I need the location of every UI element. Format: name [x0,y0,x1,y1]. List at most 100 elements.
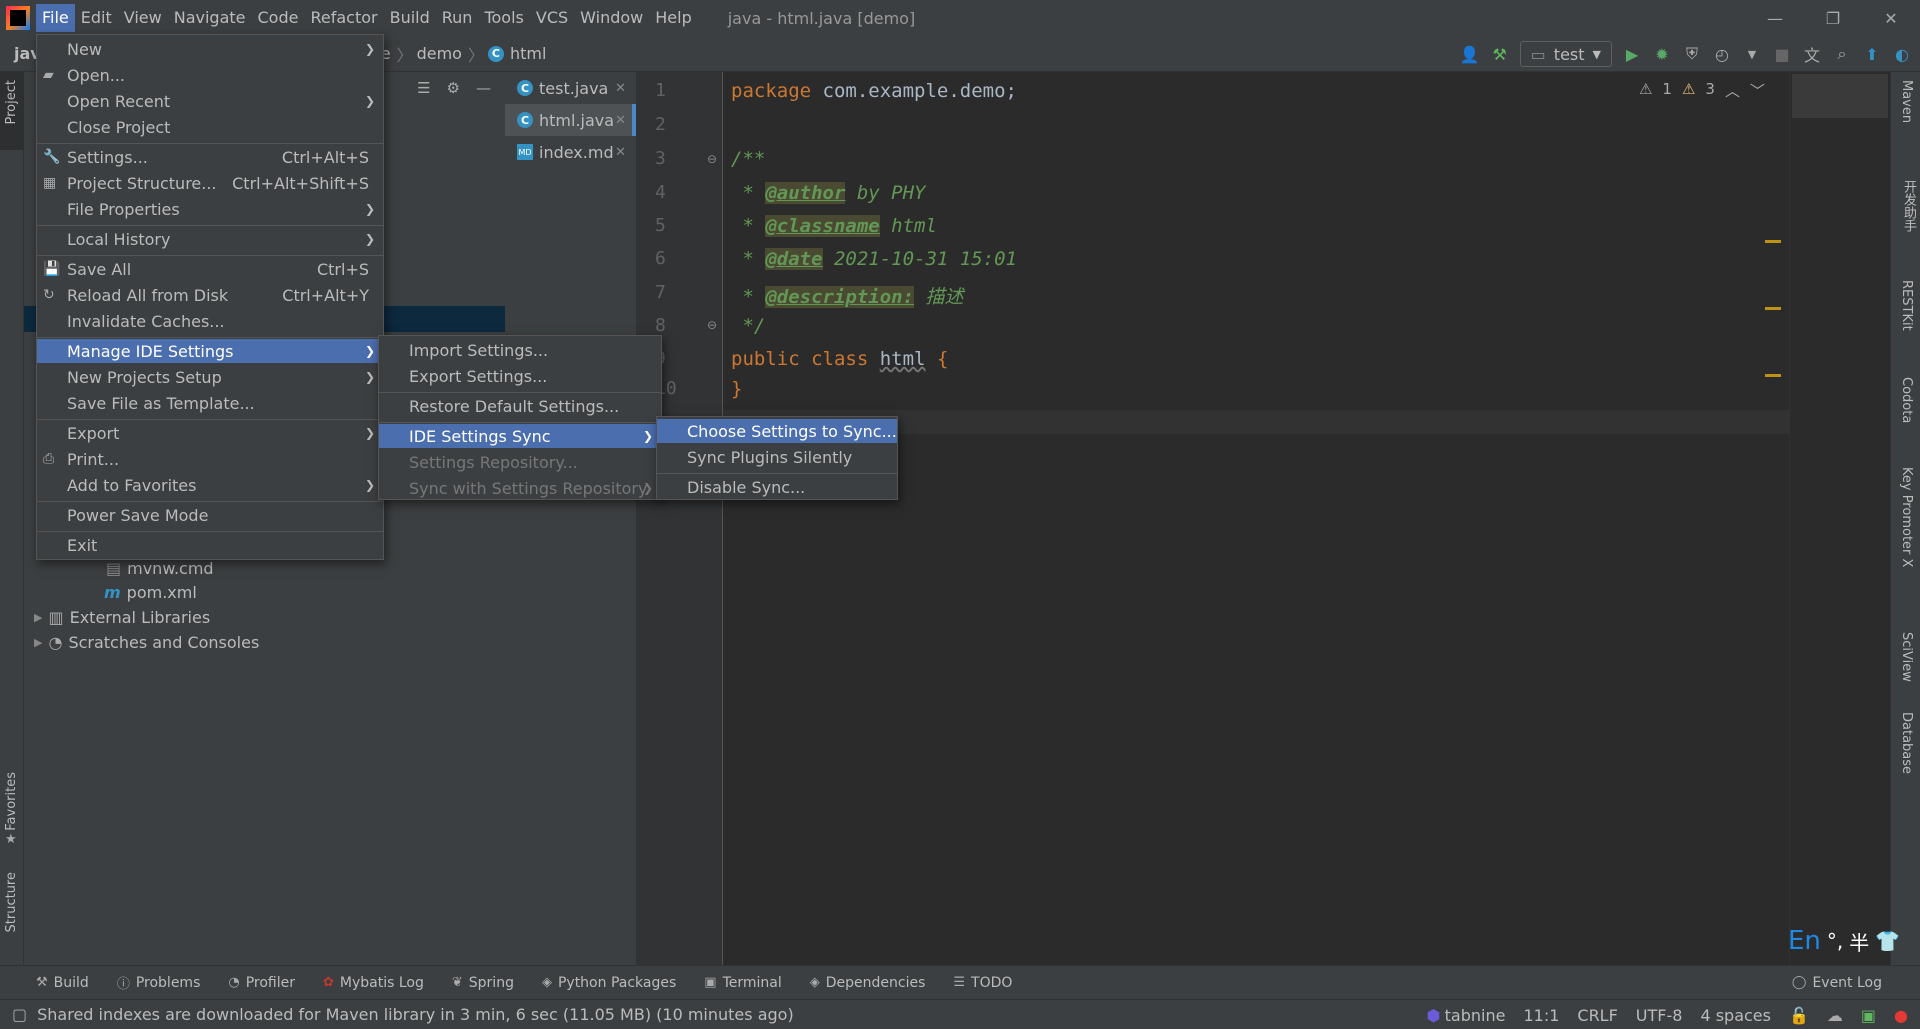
hide-panel-icon[interactable]: — [476,79,491,97]
structure-tool-button[interactable]: Structure [4,872,19,932]
caret-position[interactable]: 11:1 [1523,1006,1559,1025]
code-editor[interactable]: 1 2 3 4 5 6 7 8 9 10 ⊖ ⊖ package com.exa… [637,72,1789,965]
breadcrumb-demo[interactable]: demo [417,44,462,63]
spring-tool-button[interactable]: ❦ Spring [452,975,514,991]
menu-item-open-recent[interactable]: Open Recent ❯ [37,89,383,113]
menu-item-invalidate-caches[interactable]: Invalidate Caches... [37,309,383,333]
menu-item-settings-repository[interactable]: Settings Repository... [379,450,661,474]
tabnine-widget[interactable]: ⬢ tabnine [1427,1006,1506,1025]
inspection-widget[interactable]: ⚠ 1 ⚠ 3 ︿ ﹀ [1639,80,1765,101]
indent-setting[interactable]: 4 spaces [1700,1006,1771,1025]
menu-item-manage-ide-settings[interactable]: Manage IDE Settings ❯ [37,339,383,363]
warning-stripe[interactable] [1765,307,1781,310]
ime-indicator[interactable]: En °, 半 👕 [1788,926,1900,956]
tab-test-java[interactable]: C test.java ✕ [505,72,636,104]
project-tool-button[interactable]: Project [4,80,19,124]
restkit-tool-button[interactable]: RESTKit [1899,280,1914,331]
minimap-viewport[interactable] [1792,74,1888,118]
tabnine-status-icon[interactable]: ▣ [1861,1006,1876,1025]
menu-item-sync-settings-repository[interactable]: Sync with Settings Repository ❯ [379,476,661,500]
tab-html-java[interactable]: C html.java ✕ [505,104,636,136]
update-icon[interactable]: ⬆ [1862,44,1882,64]
menu-run[interactable]: Run [436,4,479,32]
previous-highlight-icon[interactable]: ︿ [1725,80,1740,101]
intellij-logo-icon[interactable] [6,6,30,30]
breadcrumb-html[interactable]: html [510,44,546,63]
menu-edit[interactable]: Edit [75,4,118,32]
more-run-chevron-icon[interactable]: ▼ [1742,44,1762,64]
fold-icon[interactable]: ⊖ [707,152,717,166]
lock-icon[interactable]: 🔓 [1789,1006,1809,1025]
settings-gear-icon[interactable]: ⚙ [447,79,460,97]
menu-item-file-properties[interactable]: File Properties ❯ [37,197,383,221]
menu-navigate[interactable]: Navigate [168,4,252,32]
event-log-tool-button[interactable]: ◯ Event Log [1792,975,1882,991]
close-window-button[interactable]: ✕ [1862,0,1920,36]
tab-index-md[interactable]: MD index.md ✕ [505,136,636,168]
menu-item-local-history[interactable]: Local History ❯ [37,227,383,251]
menu-item-project-structure[interactable]: ▦ Project Structure... Ctrl+Alt+Shift+S [37,171,383,195]
restore-button[interactable]: ❐ [1804,0,1862,36]
menu-tools[interactable]: Tools [478,4,529,32]
menu-item-choose-settings-to-sync[interactable]: Choose Settings to Sync... [657,419,897,443]
favorites-tool-button[interactable]: Favorites [4,772,19,831]
run-icon[interactable]: ▶ [1622,44,1642,64]
database-tool-button[interactable]: Database [1899,712,1914,774]
error-icon[interactable]: ● [1894,1006,1908,1025]
menu-item-ide-settings-sync[interactable]: IDE Settings Sync ❯ [379,424,661,448]
menu-item-power-save-mode[interactable]: Power Save Mode [37,503,383,527]
menu-item-print[interactable]: ⎙ Print... [37,447,383,471]
coverage-icon[interactable]: ⛨ [1682,44,1702,64]
menu-item-open[interactable]: ▰ Open... [37,63,383,87]
menu-item-reload[interactable]: ↻ Reload All from Disk Ctrl+Alt+Y [37,283,383,307]
dependencies-tool-button[interactable]: ◈ Dependencies [810,975,926,991]
menu-vcs[interactable]: VCS [530,4,574,32]
user-icon[interactable]: 👤 [1460,44,1480,64]
line-separator[interactable]: CRLF [1577,1006,1617,1025]
tree-item-external-libraries[interactable]: ▶ ▥ External Libraries [34,605,210,630]
menu-item-new[interactable]: New ❯ [37,37,383,61]
fold-icon[interactable]: ⊖ [707,318,717,332]
mybatis-log-tool-button[interactable]: ✿ Mybatis Log [323,975,424,991]
tree-item-scratches[interactable]: ▶ ◔ Scratches and Consoles [34,630,259,655]
sciview-tool-button[interactable]: SciView [1899,632,1914,682]
codota-tool-button[interactable]: Codota [1899,377,1914,423]
menu-code[interactable]: Code [252,4,305,32]
close-tab-icon[interactable]: ✕ [615,81,626,96]
menu-item-new-projects-setup[interactable]: New Projects Setup ❯ [37,365,383,389]
menu-item-export[interactable]: Export ❯ [37,421,383,445]
menu-item-disable-sync[interactable]: Disable Sync... [657,475,897,499]
search-icon[interactable]: ⌕ [1832,44,1852,64]
menu-item-sync-plugins-silently[interactable]: Sync Plugins Silently [657,445,897,469]
next-highlight-icon[interactable]: ﹀ [1750,80,1765,101]
build-tool-button[interactable]: ⚒ Build [36,975,89,991]
todo-tool-button[interactable]: ☰ TODO [953,975,1012,991]
menu-item-save-file-as-template[interactable]: Save File as Template... [37,391,383,415]
minimize-button[interactable]: — [1746,0,1804,36]
menu-item-exit[interactable]: Exit [37,533,383,557]
close-tab-icon[interactable]: ✕ [615,145,626,160]
menu-build[interactable]: Build [384,4,436,32]
profiler-tool-button[interactable]: ◔ Profiler [228,975,295,991]
key-promoter-tool-button[interactable]: Key Promoter X [1899,467,1914,567]
cloud-icon[interactable]: ☁ [1827,1006,1843,1025]
terminal-tool-button[interactable]: ▣ Terminal [704,975,781,991]
menu-window[interactable]: Window [574,4,649,32]
debug-icon[interactable]: ✹ [1652,44,1672,64]
collapse-all-icon[interactable]: ☰ [417,79,430,97]
dev-helper-tool-button[interactable]: 开发助手 [1899,180,1918,232]
problems-tool-button[interactable]: ⓘ Problems [117,973,201,993]
chevron-right-icon[interactable]: ▶ [34,636,42,649]
python-packages-tool-button[interactable]: ◈ Python Packages [542,975,676,991]
menu-item-add-to-favorites[interactable]: Add to Favorites ❯ [37,473,383,497]
menu-item-close-project[interactable]: Close Project [37,115,383,139]
build-hammer-icon[interactable]: ⚒ [1490,44,1510,64]
status-toggle-icon[interactable]: ▢ [12,1005,27,1024]
menu-refactor[interactable]: Refactor [304,4,383,32]
translate-icon[interactable]: 文 [1802,44,1822,65]
plugin-icon[interactable]: ◐ [1892,44,1912,64]
menu-view[interactable]: View [118,4,168,32]
close-tab-icon[interactable]: ✕ [615,113,626,128]
menu-item-save-all[interactable]: 💾 Save All Ctrl+S [37,257,383,281]
tree-item-pom[interactable]: m pom.xml [104,580,197,605]
